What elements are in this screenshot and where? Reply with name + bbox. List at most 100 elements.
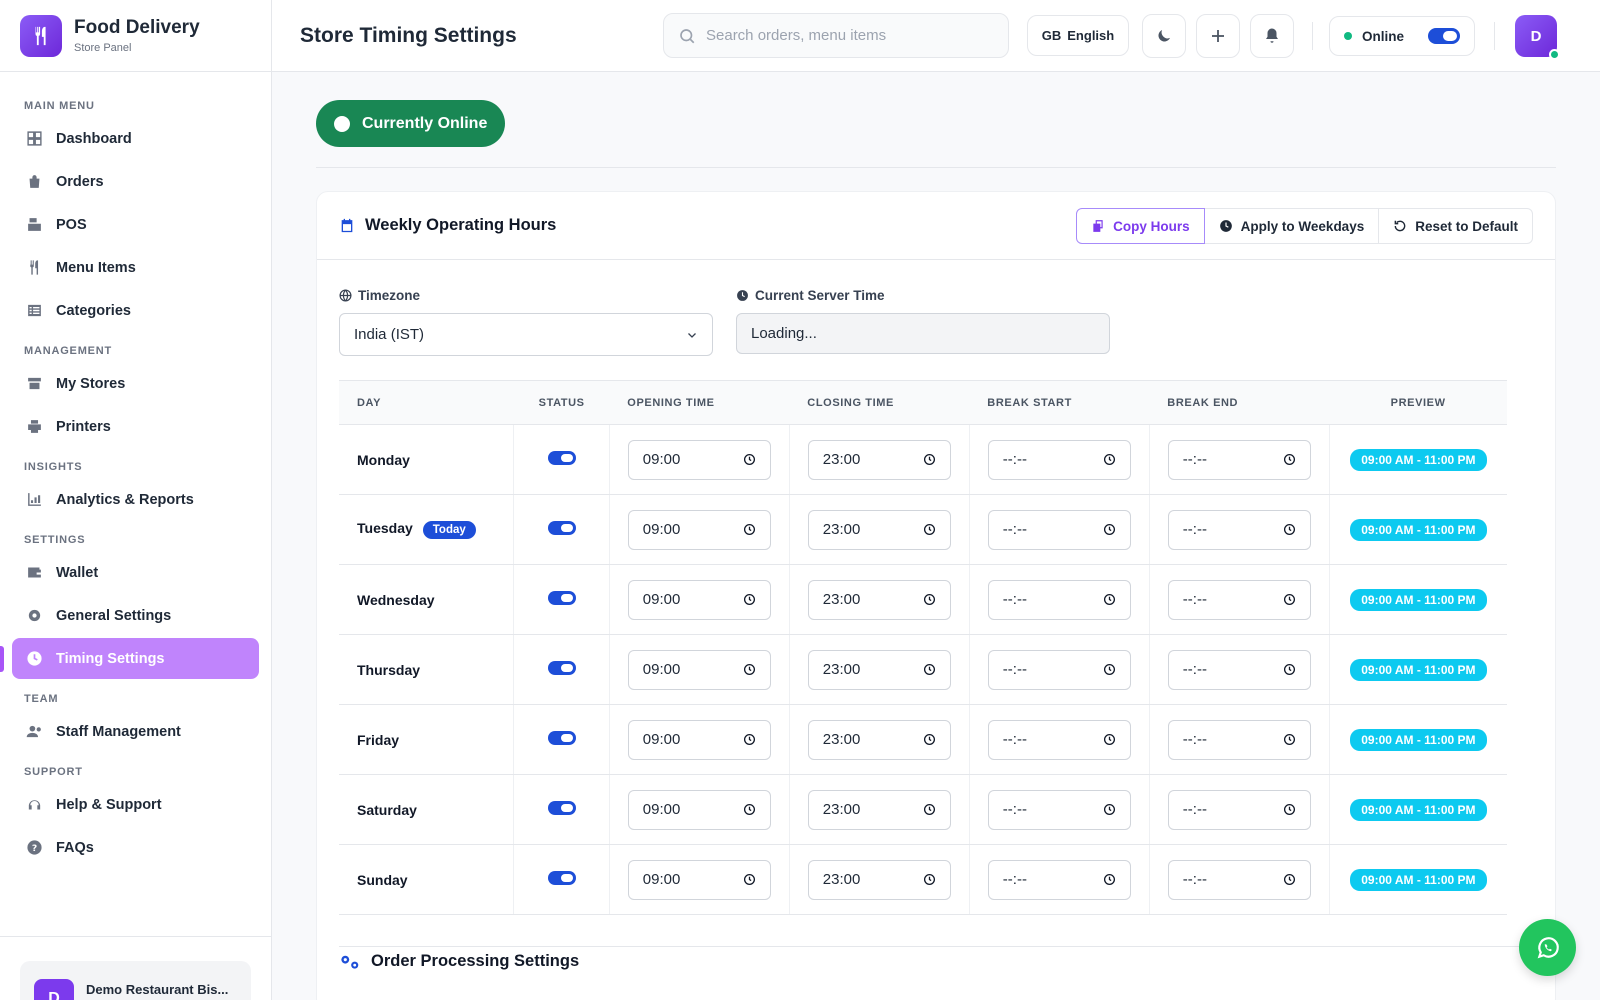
dark-mode-button[interactable]: [1142, 14, 1186, 58]
day-enabled-toggle[interactable]: [547, 591, 576, 605]
sidebar-item-label: General Settings: [56, 607, 172, 624]
reset-default-button[interactable]: Reset to Default: [1379, 208, 1533, 244]
sidebar-item-orders[interactable]: Orders: [12, 161, 259, 202]
break-end-input[interactable]: --:--: [1167, 649, 1311, 690]
day-enabled-toggle[interactable]: [547, 731, 576, 745]
sidebar-item-menu-items[interactable]: Menu Items: [12, 247, 259, 288]
search-icon: [680, 28, 695, 43]
sidebar-item-timing-settings[interactable]: Timing Settings: [0, 638, 259, 679]
sidebar-item-help-support[interactable]: Help & Support: [12, 784, 259, 825]
clock-icon: [1283, 593, 1296, 606]
time-value: 09:00: [642, 731, 681, 748]
sidebar-item-faqs[interactable]: ? FAQs: [12, 827, 259, 868]
store-status-button[interactable]: Currently Online: [316, 100, 506, 147]
day-name: Wednesday: [357, 591, 435, 608]
clock-icon: [1283, 803, 1296, 816]
time-value: --:--: [1182, 801, 1207, 818]
opening-time-input[interactable]: 09:00: [627, 439, 771, 480]
break-end-input[interactable]: --:--: [1167, 439, 1311, 480]
day-cell: Wednesday: [339, 564, 515, 635]
sidebar-item-my-stores[interactable]: My Stores: [12, 363, 259, 404]
closing-time-input[interactable]: 23:00: [807, 579, 951, 620]
sidebar-item-printers[interactable]: Printers: [12, 406, 259, 447]
clock-icon: [1103, 453, 1116, 466]
preview-cell: 09:00 AM - 11:00 PM: [1329, 424, 1507, 495]
time-value: 23:00: [822, 871, 861, 888]
clock-icon: [743, 453, 756, 466]
break-start-input[interactable]: --:--: [987, 789, 1131, 830]
pos-icon: [24, 215, 44, 235]
day-enabled-toggle[interactable]: [547, 801, 576, 815]
break-end-input[interactable]: --:--: [1167, 509, 1311, 550]
closing-time-input[interactable]: 23:00: [807, 859, 951, 900]
day-name: Friday: [357, 731, 400, 748]
break-start-input[interactable]: --:--: [987, 509, 1131, 550]
brand-title: Food Delivery: [74, 17, 200, 38]
opening-time-input[interactable]: 09:00: [627, 859, 771, 900]
time-value: 23:00: [822, 521, 861, 538]
sidebar-item-label: Printers: [56, 418, 111, 435]
timezone-label: Timezone: [339, 288, 420, 303]
day-enabled-toggle[interactable]: [547, 661, 576, 675]
language-selector[interactable]: GB English: [1027, 15, 1129, 56]
break-end-input[interactable]: --:--: [1167, 579, 1311, 620]
opening-time-input[interactable]: 09:00: [627, 649, 771, 690]
sidebar-item-pos[interactable]: POS: [12, 204, 259, 245]
break-start-input[interactable]: --:--: [987, 579, 1131, 620]
whatsapp-button[interactable]: [1519, 919, 1576, 976]
time-cell: --:--: [1149, 774, 1330, 845]
closing-time-input[interactable]: 23:00: [807, 789, 951, 830]
break-start-input[interactable]: --:--: [987, 719, 1131, 760]
closing-time-input[interactable]: 23:00: [807, 509, 951, 550]
reset-icon: [1394, 220, 1406, 232]
add-button[interactable]: [1196, 14, 1240, 58]
status-cell: [513, 774, 610, 845]
break-start-input[interactable]: --:--: [987, 859, 1131, 900]
time-value: 23:00: [822, 801, 861, 818]
hours-preview-badge: 09:00 AM - 11:00 PM: [1350, 448, 1487, 471]
opening-time-input[interactable]: 09:00: [627, 509, 771, 550]
break-end-input[interactable]: --:--: [1167, 859, 1311, 900]
closing-time-input[interactable]: 23:00: [807, 719, 951, 760]
opening-time-input[interactable]: 09:00: [627, 789, 771, 830]
break-start-input[interactable]: --:--: [987, 649, 1131, 690]
online-status-toggle[interactable]: Online: [1329, 16, 1475, 56]
search-input[interactable]: Search orders, menu items: [663, 13, 1009, 58]
user-avatar[interactable]: D: [1515, 15, 1560, 60]
table-row: Sunday 09:00 23:00 --:-- --:-- 09:00 AM - 11:…: [339, 844, 1507, 915]
sidebar-item-dashboard[interactable]: Dashboard: [12, 118, 259, 159]
time-value: 23:00: [822, 661, 861, 678]
apply-weekdays-button[interactable]: Apply to Weekdays: [1204, 208, 1380, 244]
opening-time-input[interactable]: 09:00: [627, 579, 771, 620]
closing-time-input[interactable]: 23:00: [807, 649, 951, 690]
clock-icon: [743, 733, 756, 746]
sidebar-item-general-settings[interactable]: General Settings: [12, 595, 259, 636]
closing-time-input[interactable]: 23:00: [807, 439, 951, 480]
bag-icon: [24, 172, 44, 192]
break-end-input[interactable]: --:--: [1167, 789, 1311, 830]
day-cell: Monday: [339, 424, 515, 495]
online-toggle-switch[interactable]: [1428, 28, 1460, 44]
time-cell: --:--: [969, 844, 1150, 915]
sidebar-item-label: Orders: [56, 173, 104, 190]
clock-icon: [743, 803, 756, 816]
brand[interactable]: Food Delivery Store Panel: [0, 0, 271, 72]
sidebar-item-wallet[interactable]: Wallet: [12, 552, 259, 593]
sidebar-item-staff-management[interactable]: Staff Management: [12, 711, 259, 752]
timezone-select[interactable]: India (IST): [339, 313, 713, 356]
day-enabled-toggle[interactable]: [547, 871, 576, 885]
opening-time-input[interactable]: 09:00: [627, 719, 771, 760]
sidebar-item-analytics-reports[interactable]: Analytics & Reports: [12, 479, 259, 520]
notifications-button[interactable]: [1250, 14, 1294, 58]
break-start-input[interactable]: --:--: [987, 439, 1131, 480]
status-cell: [513, 634, 610, 705]
break-end-input[interactable]: --:--: [1167, 719, 1311, 760]
sidebar-item-categories[interactable]: Categories: [12, 290, 259, 331]
day-enabled-toggle[interactable]: [547, 521, 576, 535]
online-dot: [1344, 32, 1352, 40]
store-card[interactable]: D Demo Restaurant Bis...: [20, 961, 251, 1000]
copy-hours-button[interactable]: Copy Hours: [1076, 208, 1205, 244]
copy-icon: [1093, 220, 1103, 232]
day-enabled-toggle[interactable]: [547, 451, 576, 465]
clock-icon: [923, 733, 936, 746]
